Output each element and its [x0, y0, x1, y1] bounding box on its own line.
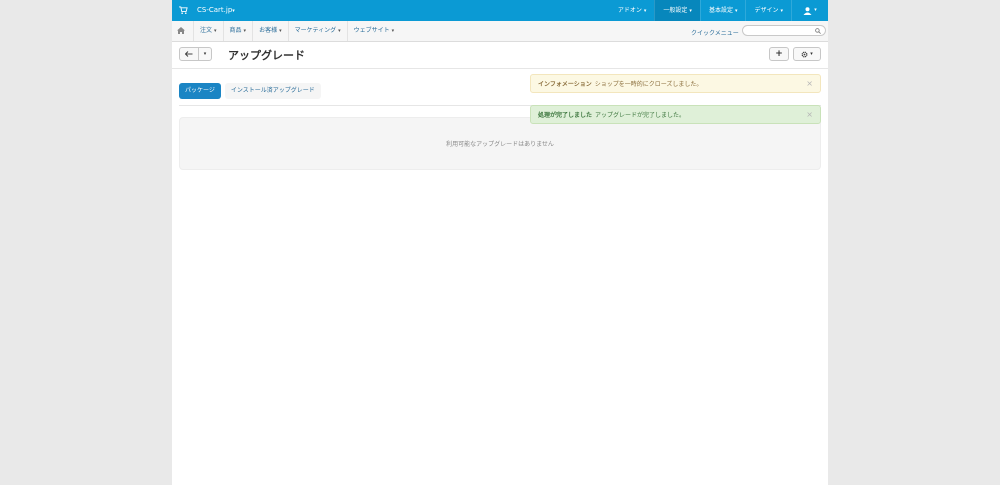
notification-message: ショップを一時的にクローズしました。: [594, 81, 703, 88]
caret-down-icon: ▾: [232, 8, 235, 14]
page-toolbar: ▾ アップグレード + ▾: [172, 42, 828, 69]
notification-title: インフォメーション: [538, 81, 592, 88]
nav-customers-label: お客様: [259, 27, 278, 34]
caret-down-icon: ▾: [810, 51, 813, 57]
nav-customers[interactable]: お客様 ▾: [252, 21, 288, 41]
empty-state: 利用可能なアップグレードはありません: [179, 117, 821, 170]
caret-down-icon: ▾: [780, 8, 783, 14]
notification-success: 処理が完了しました アップグレードが完了しました。 ×: [530, 105, 821, 124]
nav-website[interactable]: ウェブサイト ▾: [346, 21, 401, 41]
back-history-dropdown[interactable]: ▾: [198, 47, 212, 61]
add-button[interactable]: +: [769, 47, 789, 61]
close-icon[interactable]: ×: [806, 75, 813, 92]
caret-down-icon: ▾: [203, 51, 207, 57]
caret-down-icon: ▾: [391, 28, 395, 34]
empty-message: 利用可能なアップグレードはありません: [446, 141, 554, 148]
nav-website-label: ウェブサイト: [353, 27, 390, 34]
nav-orders-label: 注文: [200, 27, 213, 34]
search-input[interactable]: [742, 25, 826, 36]
settings-dropdown-button[interactable]: ▾: [793, 47, 821, 61]
topmenu-design-label: デザイン: [754, 7, 779, 14]
top-menu: アドオン ▾ 一般設定 ▾ 基本設定 ▾ デザイン ▾ ▾: [610, 0, 828, 21]
tab-bar: パッケージ インストール済アップグレード: [179, 83, 325, 99]
user-icon: [803, 6, 812, 15]
caret-down-icon: ▾: [214, 28, 217, 34]
main-nav: 注文 ▾ 商品 ▾ お客様 ▾ マーケティング ▾ ウェブサイト ▾ クイックメニュー: [172, 21, 828, 42]
plus-icon: +: [775, 49, 783, 59]
nav-marketing-label: マーケティング: [294, 27, 337, 34]
top-bar: CS-Cart.jp▾ アドオン ▾ 一般設定 ▾ 基本設定 ▾ デザイン ▾ ▾: [172, 0, 828, 21]
caret-down-icon: ▾: [243, 28, 247, 34]
caret-down-icon: ▾: [734, 8, 738, 14]
store-switcher[interactable]: CS-Cart.jp▾: [197, 6, 235, 14]
topmenu-design[interactable]: デザイン ▾: [745, 0, 791, 21]
store-name: CS-Cart.jp: [197, 6, 233, 14]
back-button[interactable]: [179, 47, 199, 61]
nav-products[interactable]: 商品 ▾: [222, 21, 253, 41]
caret-down-icon: ▾: [689, 8, 692, 14]
nav-marketing[interactable]: マーケティング ▾: [287, 21, 347, 41]
quick-menu-link[interactable]: クイックメニュー: [691, 28, 739, 37]
notification-title: 処理が完了しました: [538, 112, 593, 119]
nav-products-label: 商品: [229, 27, 242, 34]
notification-message: アップグレードが完了しました。: [595, 112, 686, 119]
caret-down-icon: ▾: [643, 8, 647, 14]
caret-down-icon: ▾: [279, 28, 282, 34]
search-icon[interactable]: [815, 28, 821, 34]
gear-icon: [801, 51, 808, 57]
nav-orders[interactable]: 注文 ▾: [193, 21, 223, 41]
admin-page: CS-Cart.jp▾ アドオン ▾ 一般設定 ▾ 基本設定 ▾ デザイン ▾ ▾ 注文…: [172, 0, 828, 485]
topmenu-addons-label: アドオン: [617, 7, 642, 14]
page-title: アップグレード: [228, 49, 305, 62]
close-icon[interactable]: ×: [806, 106, 813, 123]
topmenu-basic-settings-label: 基本設定: [708, 7, 733, 14]
user-menu[interactable]: ▾: [791, 0, 828, 21]
notification-info: インフォメーション ショップを一時的にクローズしました。 ×: [530, 74, 821, 93]
arrow-left-icon: [185, 51, 193, 57]
cart-icon[interactable]: [179, 6, 188, 15]
topmenu-general-settings-label: 一般設定: [663, 7, 688, 14]
tab-installed-upgrades[interactable]: インストール済アップグレード: [224, 83, 321, 99]
caret-down-icon: ▾: [338, 28, 341, 34]
topmenu-general-settings[interactable]: 一般設定 ▾: [654, 0, 700, 21]
caret-down-icon: ▾: [814, 7, 817, 13]
tab-packages[interactable]: パッケージ: [179, 83, 221, 99]
topmenu-basic-settings[interactable]: 基本設定 ▾: [699, 0, 746, 21]
home-icon[interactable]: [177, 27, 185, 34]
topmenu-addons[interactable]: アドオン ▾: [610, 0, 655, 21]
